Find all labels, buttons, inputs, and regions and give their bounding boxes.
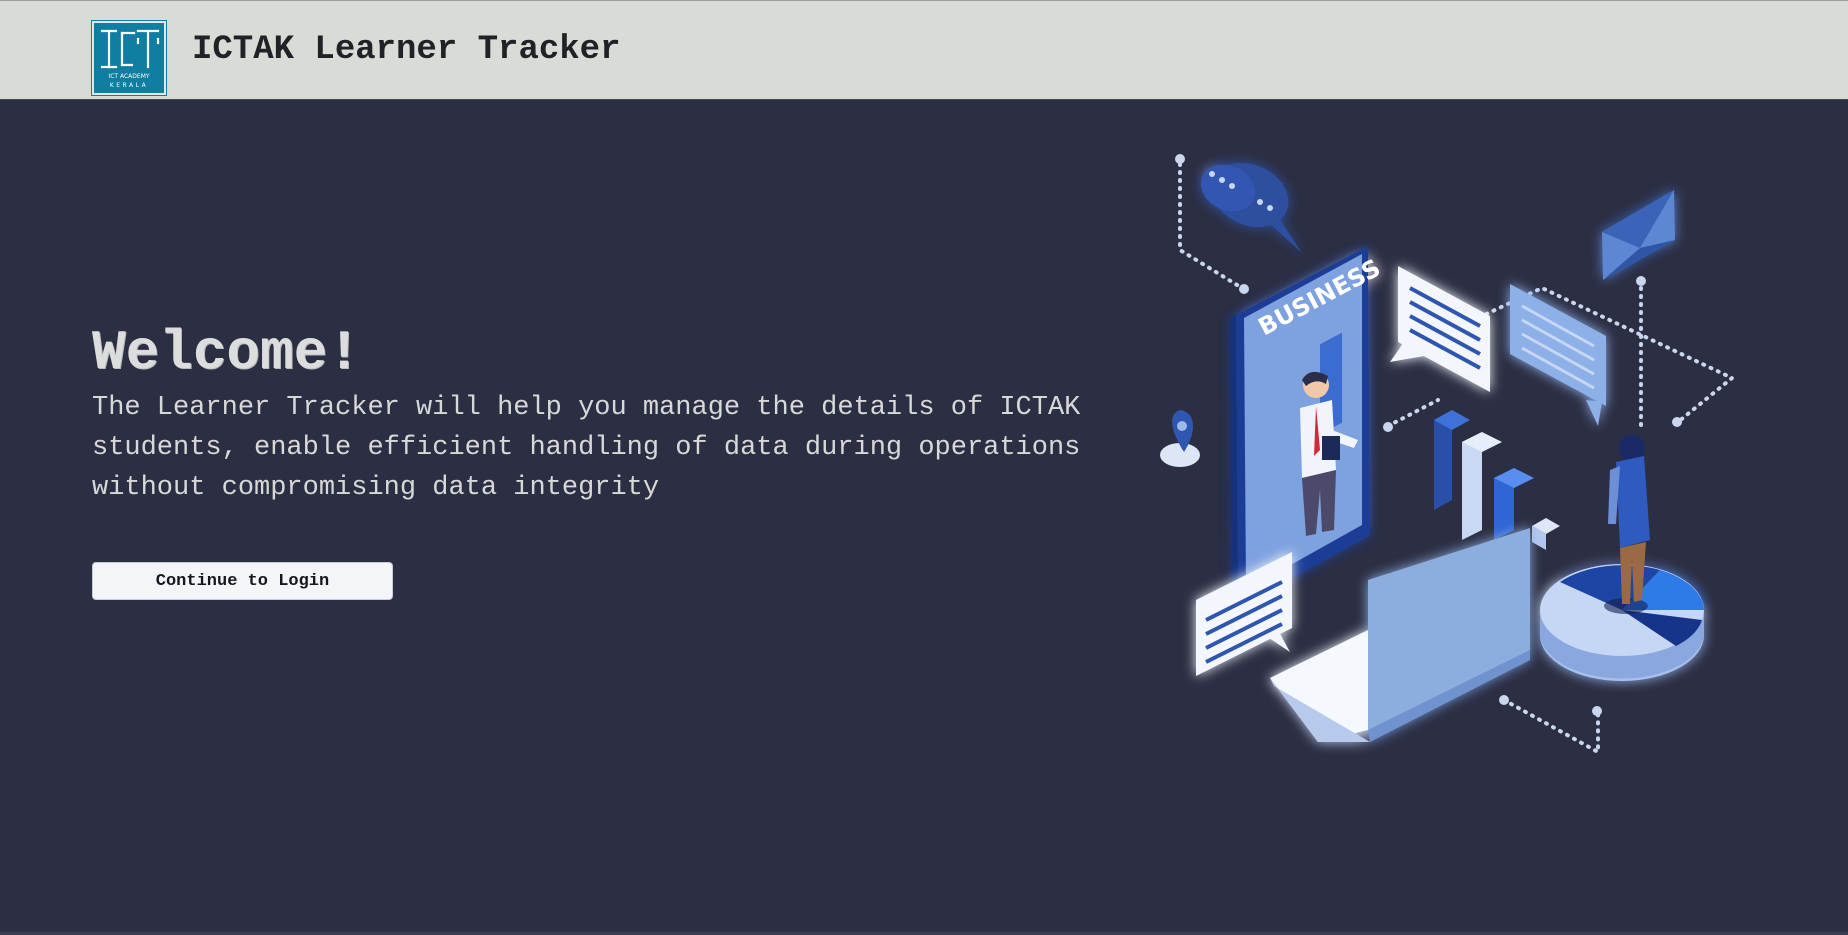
chat-bubble-icon (1200, 162, 1302, 253)
message-card-icon (1390, 266, 1490, 392)
app-title[interactable]: ICTAK Learner Tracker (192, 31, 620, 69)
hero-description: The Learner Tracker will help you manage… (92, 393, 1081, 503)
business-illustration: BUSINESS (1140, 130, 1760, 770)
logo-text-bottom: KERALA (110, 82, 148, 89)
envelope-icon (1602, 190, 1675, 280)
ictak-logo[interactable]: ICT ACADEMY KERALA (91, 20, 167, 96)
top-navbar: ICT ACADEMY KERALA ICTAK Learner Tracker (0, 0, 1848, 100)
continue-to-login-button[interactable]: Continue to Login (92, 562, 393, 600)
location-pin-icon (1160, 410, 1200, 467)
logo-text-top: ICT ACADEMY (108, 73, 149, 80)
isometric-business-illustration: BUSINESS (1160, 154, 1736, 756)
bar-chart-icon (1434, 410, 1560, 550)
welcome-heading: Welcome! (92, 321, 361, 385)
message-card-icon-2 (1510, 284, 1606, 426)
ictak-logo-icon: ICT ACADEMY KERALA (94, 23, 164, 93)
phone-icon: BUSINESS (1230, 246, 1385, 610)
hero-text-block: Welcome! The Learner Tracker will help y… (92, 318, 1102, 508)
